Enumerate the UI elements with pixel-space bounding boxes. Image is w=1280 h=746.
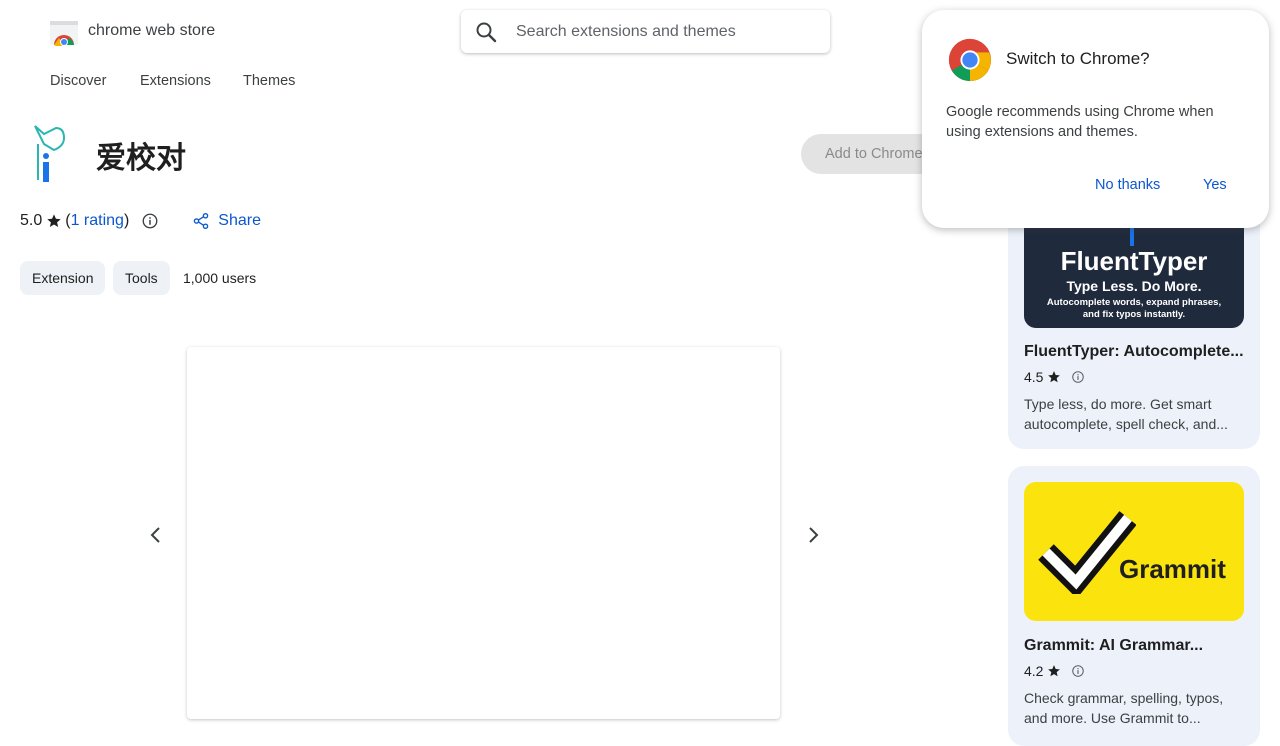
rating-row: 5.0 ( 1 rating ) Share [20,212,261,230]
related-rating: 4.5 [1024,369,1085,385]
related-title[interactable]: Grammit: AI Grammar... [1024,637,1244,655]
user-count: 1,000 users [183,270,257,286]
info-icon[interactable] [141,212,159,230]
star-icon [47,214,61,227]
rating-count-link[interactable]: 1 rating [71,212,124,230]
related-rating: 4.2 [1024,663,1085,679]
extension-title: 爱校对 [96,141,186,176]
fluenttyper-banner-name: FluentTyper [1060,246,1208,276]
related-title[interactable]: FluentTyper: Autocomplete... [1024,343,1244,361]
store-brand-label[interactable]: chrome web store [88,22,215,40]
search-icon[interactable] [474,20,498,44]
fluenttyper-banner-tagline: Type Less. Do More. [1066,278,1202,294]
share-label: Share [218,212,261,229]
fluenttyper-banner-sub1: Autocomplete words, expand phrases, [1046,297,1222,308]
carousel-next-icon[interactable] [801,523,825,547]
fluenttyper-banner-sub2: and fix typos instantly. [1082,309,1186,320]
share-icon [194,212,209,230]
dialog-body: Google recommends using Chrome when usin… [946,104,1214,140]
switch-to-chrome-dialog: Switch to Chrome? Google recommends usin… [922,10,1269,228]
search-box[interactable] [461,10,830,53]
yes-button[interactable]: Yes [1203,177,1227,193]
chip-extension[interactable]: Extension [20,261,106,295]
share-button[interactable]: Share [192,212,261,230]
nav-themes[interactable]: Themes [243,73,295,89]
no-thanks-button[interactable]: No thanks [1095,177,1160,193]
search-input[interactable] [514,21,808,42]
related-rating-value: 4.2 [1024,663,1044,679]
related-description: Type less, do more. Get smart autocomple… [1024,396,1228,432]
nav-discover[interactable]: Discover [50,73,106,89]
info-icon[interactable] [1071,370,1085,384]
related-card-grammit[interactable]: Grammit Grammit: AI Grammar... 4.2 Check… [1008,466,1260,746]
screenshot-slide [187,347,780,719]
related-description: Check grammar, spelling, typos, and more… [1024,690,1224,726]
chrome-logo-icon [948,38,992,82]
star-icon [1048,371,1061,383]
rating-value: 5.0 [20,212,43,229]
rating-paren-close: ) [123,212,130,229]
nav-extensions[interactable]: Extensions [140,73,211,89]
extension-logo-icon [34,125,66,182]
carousel-prev-icon[interactable] [144,523,168,547]
related-rating-value: 4.5 [1024,369,1044,385]
star-icon [1048,665,1061,677]
chip-tools[interactable]: Tools [113,261,170,295]
dialog-title: Switch to Chrome? [1006,49,1150,68]
grammit-banner: Grammit [1024,482,1244,621]
grammit-banner-name: Grammit [1119,554,1226,584]
chrome-web-store-logo[interactable] [49,18,79,46]
add-to-chrome-button[interactable]: Add to Chrome [801,134,941,174]
info-icon[interactable] [1071,664,1085,678]
